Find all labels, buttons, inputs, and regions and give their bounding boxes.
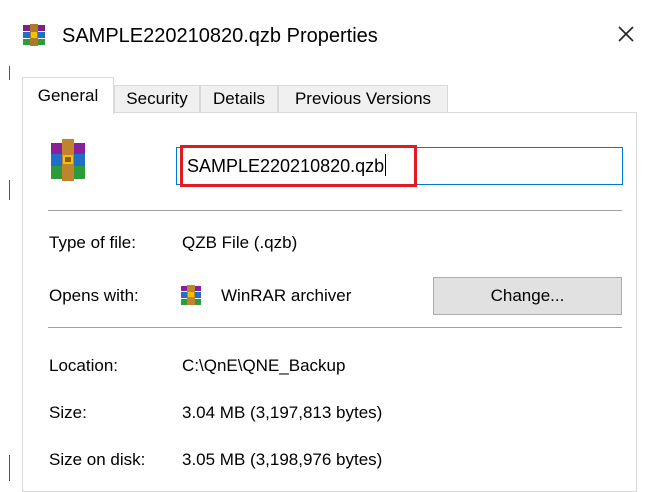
size-value: 3.04 MB (3,197,813 bytes) <box>182 403 383 422</box>
size-on-disk-label: Size on disk: <box>49 450 146 469</box>
opens-with-value: WinRAR archiver <box>221 286 352 305</box>
size-on-disk-value: 3.05 MB (3,198,976 bytes) <box>182 450 383 469</box>
location-value: C:\QnE\QNE_Backup <box>182 356 346 375</box>
file-name-text: SAMPLE220210820.qzb <box>187 156 385 176</box>
winrar-archive-icon <box>51 139 85 181</box>
winrar-archive-icon <box>23 24 45 46</box>
tab-details[interactable]: Details <box>200 85 278 113</box>
tab-previous-versions[interactable]: Previous Versions <box>278 85 448 113</box>
edge-mark <box>9 180 10 200</box>
change-button[interactable]: Change... <box>433 277 622 315</box>
tab-general[interactable]: General <box>22 77 114 114</box>
edge-mark <box>9 455 10 481</box>
separator <box>48 210 622 211</box>
close-icon[interactable] <box>614 22 638 46</box>
type-of-file-label: Type of file: <box>49 233 136 252</box>
window-title: SAMPLE220210820.qzb Properties <box>62 25 378 47</box>
size-label: Size: <box>49 403 87 422</box>
winrar-icon <box>181 285 201 305</box>
left-window-edge <box>0 0 10 481</box>
separator <box>48 327 622 328</box>
tab-security[interactable]: Security <box>114 85 200 113</box>
type-of-file-value: QZB File (.qzb) <box>182 233 298 252</box>
location-label: Location: <box>49 356 118 375</box>
opens-with-label: Opens with: <box>49 286 139 305</box>
file-name-input[interactable]: SAMPLE220210820.qzb <box>176 147 623 185</box>
text-caret <box>385 154 387 176</box>
